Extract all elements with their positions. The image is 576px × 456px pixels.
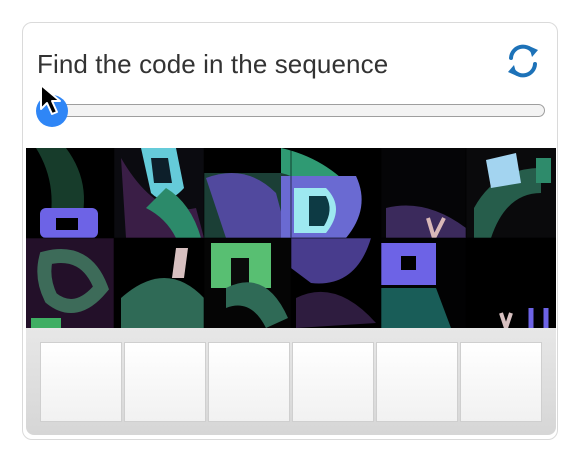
slider-track[interactable] [53,104,545,117]
refresh-icon[interactable] [503,41,543,81]
slider-handle[interactable] [36,95,68,127]
code-slot-6[interactable] [460,342,542,422]
code-slot-3[interactable] [208,342,290,422]
code-slots [26,328,556,435]
code-slot-4[interactable] [292,342,374,422]
code-slot-1[interactable] [40,342,122,422]
code-slot-2[interactable] [124,342,206,422]
captcha-widget: Find the code in the sequence [22,22,558,440]
captcha-prompt: Find the code in the sequence [37,49,389,79]
captcha-image-sequence [26,148,556,328]
code-slot-5[interactable] [376,342,458,422]
